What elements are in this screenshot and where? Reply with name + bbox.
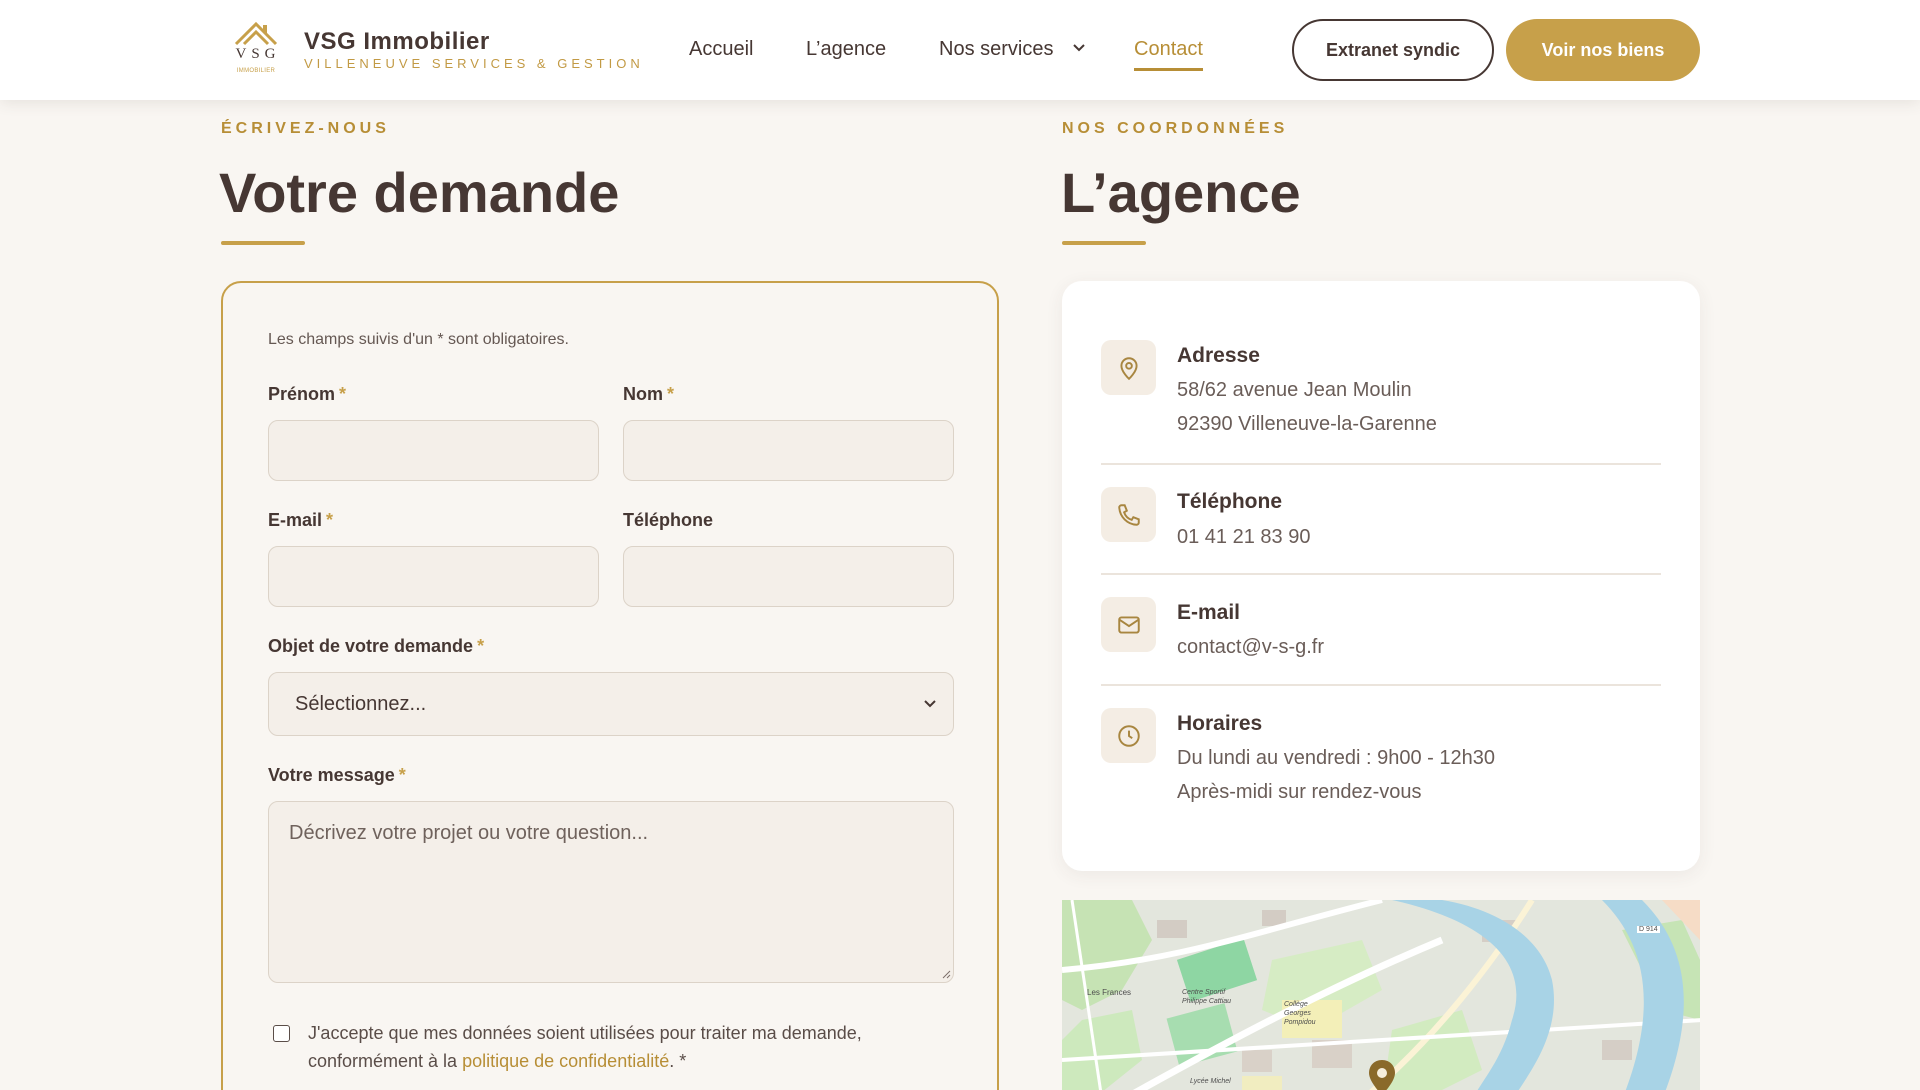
form-title-underline [221, 241, 305, 245]
nom-label: Nom * [623, 384, 675, 404]
email-title: E-mail [1177, 601, 1241, 624]
divider [1101, 573, 1661, 575]
email-input[interactable] [268, 546, 599, 607]
address-title: Adresse [1177, 344, 1260, 367]
nav-services[interactable]: Nos services [939, 38, 1053, 61]
logo-subtext: IMMOBILIER [236, 68, 276, 74]
prenom-label: Prénom * [268, 384, 347, 404]
email-link[interactable]: contact@v-s-g.fr [1177, 636, 1324, 659]
form-eyebrow: ÉCRIVEZ-NOUS [221, 120, 390, 137]
chevron-down-icon [924, 700, 936, 708]
voir-nos-biens-button[interactable]: Voir nos biens [1506, 19, 1700, 81]
objet-select[interactable]: Sélectionnez... [268, 672, 954, 736]
hours-title: Horaires [1177, 712, 1263, 735]
clock-icon [1101, 708, 1156, 763]
message-label: Votre message * [268, 765, 406, 785]
privacy-policy-link[interactable]: politique de confidentialité [462, 1051, 669, 1071]
contact-title-underline [1062, 241, 1146, 245]
house-roof-icon [234, 21, 278, 46]
logo-text: VSG [235, 46, 281, 62]
address-line-1: 58/62 avenue Jean Moulin [1177, 379, 1412, 401]
brand-tagline: VILLENEUVE SERVICES & GESTION [304, 56, 644, 71]
hours-line-1: Du lundi au vendredi : 9h00 - 12h30 [1177, 747, 1496, 769]
divider [1101, 684, 1661, 686]
email-label: E-mail * [268, 510, 334, 530]
nav-agence[interactable]: L’agence [806, 38, 886, 61]
map-label-les-frances: Les Frances [1087, 988, 1132, 997]
nav-contact[interactable]: Contact [1134, 38, 1203, 71]
site-header: VSG IMMOBILIER VSG Immobilier VILLENEUVE… [0, 0, 1920, 100]
prenom-input[interactable] [268, 420, 599, 481]
form-title: Votre demande [219, 161, 620, 224]
consent-text: J'accepte que mes données soient utilisé… [308, 1023, 862, 1071]
map-label-college: Collège Georges Pompidou [1284, 1001, 1316, 1026]
hours-line-2: Après-midi sur rendez-vous [1177, 781, 1422, 803]
telephone-label: Téléphone [623, 510, 714, 530]
phone-number-link[interactable]: 01 41 21 83 90 [1177, 526, 1310, 549]
mail-icon [1101, 597, 1156, 652]
brand-name[interactable]: VSG Immobilier [304, 28, 490, 56]
map-tiles [1062, 900, 1700, 1090]
map-label-d914: D 914 [1637, 926, 1660, 933]
objet-label: Objet de votre demande * [268, 636, 485, 656]
nom-input[interactable] [623, 420, 954, 481]
phone-title: Téléphone [1177, 490, 1283, 513]
map-label-lycee: Lycée Michel [1190, 1078, 1231, 1085]
address-line-2: 92390 Villeneuve-la-Garenne [1177, 413, 1437, 435]
divider [1101, 463, 1661, 465]
objet-selected-value: Sélectionnez... [295, 693, 427, 715]
logo[interactable]: VSG IMMOBILIER [228, 20, 284, 80]
nav-accueil[interactable]: Accueil [689, 38, 753, 61]
extranet-syndic-button[interactable]: Extranet syndic [1292, 19, 1494, 81]
location-pin-icon [1101, 340, 1156, 395]
contact-title: L’agence [1061, 161, 1301, 224]
contact-eyebrow: NOS COORDONNÉES [1062, 120, 1289, 137]
telephone-input[interactable] [623, 546, 954, 607]
resize-handle-icon[interactable] [941, 969, 951, 979]
phone-icon [1101, 487, 1156, 542]
required-fields-note: Les champs suivis d'un * sont obligatoir… [268, 331, 569, 348]
message-textarea[interactable] [268, 801, 954, 983]
map-label-centre-sportif: Centre Sportif Philippe Cattiau [1182, 989, 1232, 1005]
location-map[interactable]: Les Frances Centre Sportif Philippe Catt… [1062, 900, 1700, 1090]
consent-checkbox[interactable] [273, 1025, 290, 1042]
agency-info-card: Adresse 58/62 avenue Jean Moulin 92390 V… [1062, 281, 1700, 871]
chevron-down-icon[interactable] [1072, 43, 1086, 53]
contact-form-card: Les champs suivis d'un * sont obligatoir… [221, 281, 999, 1090]
